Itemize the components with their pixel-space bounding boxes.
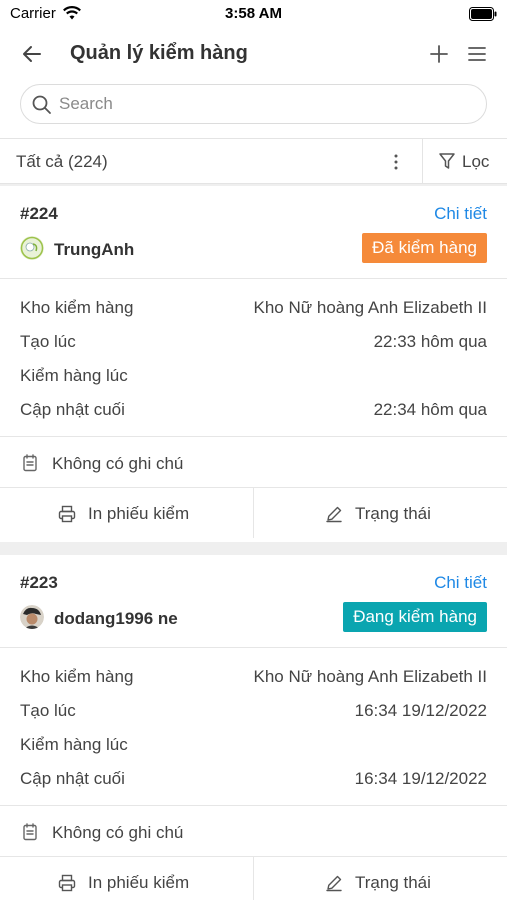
- info-row-warehouse: Kho kiểm hàng Kho Nữ hoàng Anh Elizabeth…: [20, 667, 487, 689]
- search-box: [20, 84, 487, 124]
- app-header: Quản lý kiểm hàng: [0, 36, 507, 76]
- more-vertical-icon[interactable]: [389, 151, 403, 173]
- divider: [0, 805, 507, 806]
- funnel-icon: [439, 153, 455, 169]
- info-label: Kiểm hàng lúc: [20, 735, 128, 754]
- printer-icon: [58, 874, 76, 892]
- status-badge: Đang kiểm hàng: [343, 602, 487, 632]
- print-button[interactable]: In phiếu kiểm: [0, 488, 253, 538]
- inventory-card: #224 Chi tiết TrungAnh Đã kiểm hàng Kho …: [0, 186, 507, 542]
- status-action-label: Trạng thái: [355, 504, 431, 523]
- avatar: [20, 236, 44, 260]
- info-value: Kho Nữ hoàng Anh Elizabeth II: [253, 667, 487, 686]
- menu-icon[interactable]: [465, 42, 489, 66]
- note-text: Không có ghi chú: [52, 454, 184, 473]
- info-row-created: Tạo lúc 22:33 hôm qua: [20, 332, 487, 354]
- user-name: dodang1996 ne: [54, 609, 178, 628]
- status-action-button[interactable]: Trạng thái: [254, 488, 507, 538]
- divider: [0, 436, 507, 437]
- status-action-label: Trạng thái: [355, 873, 431, 892]
- add-icon[interactable]: [427, 42, 451, 66]
- info-value: 16:34 19/12/2022: [354, 701, 487, 720]
- info-row-updated: Cập nhật cuối 22:34 hôm qua: [20, 400, 487, 422]
- user-name: TrungAnh: [54, 240, 135, 259]
- divider: [0, 278, 507, 279]
- status-action-button[interactable]: Trạng thái: [254, 857, 507, 900]
- info-row-created: Tạo lúc 16:34 19/12/2022: [20, 701, 487, 723]
- info-label: Kho kiểm hàng: [20, 667, 134, 686]
- printer-icon: [58, 505, 76, 523]
- filter-all-count[interactable]: Tất cả (224): [16, 152, 108, 172]
- info-label: Tạo lúc: [20, 332, 76, 351]
- info-label: Cập nhật cuối: [20, 769, 125, 788]
- inventory-card: #223 Chi tiết dodang1996 ne Đang kiểm hà…: [0, 555, 507, 900]
- info-label: Cập nhật cuối: [20, 400, 125, 419]
- info-row-warehouse: Kho kiểm hàng Kho Nữ hoàng Anh Elizabeth…: [20, 298, 487, 320]
- divider: [0, 647, 507, 648]
- status-bar: Carrier 3:58 AM: [0, 0, 507, 28]
- info-value: Kho Nữ hoàng Anh Elizabeth II: [253, 298, 487, 317]
- print-label: In phiếu kiểm: [88, 504, 190, 523]
- info-value: 22:34 hôm qua: [373, 400, 487, 419]
- note-icon: [23, 823, 37, 841]
- back-arrow-icon[interactable]: [20, 42, 44, 66]
- print-label: In phiếu kiểm: [88, 873, 190, 892]
- info-row-checked: Kiểm hàng lúc: [20, 735, 487, 757]
- detail-link[interactable]: Chi tiết: [434, 573, 487, 593]
- info-row-updated: Cập nhật cuối 16:34 19/12/2022: [20, 769, 487, 791]
- status-badge: Đã kiểm hàng: [362, 233, 487, 263]
- note-icon: [23, 454, 37, 472]
- search-input[interactable]: [59, 85, 479, 123]
- status-time: 3:58 AM: [225, 5, 282, 22]
- pencil-icon: [326, 875, 342, 892]
- page-title: Quản lý kiểm hàng: [70, 42, 248, 64]
- card-id: #224: [20, 204, 58, 223]
- info-row-checked: Kiểm hàng lúc: [20, 366, 487, 388]
- pencil-icon: [326, 506, 342, 523]
- info-label: Tạo lúc: [20, 701, 76, 720]
- info-label: Kiểm hàng lúc: [20, 366, 128, 385]
- filter-button[interactable]: Lọc: [422, 139, 507, 183]
- detail-link[interactable]: Chi tiết: [434, 204, 487, 224]
- avatar: [20, 605, 44, 629]
- card-id: #223: [20, 573, 58, 592]
- filter-bar: Tất cả (224) Lọc: [0, 138, 507, 184]
- battery-icon: [469, 7, 497, 21]
- info-label: Kho kiểm hàng: [20, 298, 134, 317]
- search-icon: [32, 95, 51, 114]
- filter-label: Lọc: [462, 152, 490, 171]
- note-text: Không có ghi chú: [52, 823, 184, 842]
- info-value: 16:34 19/12/2022: [354, 769, 487, 788]
- print-button[interactable]: In phiếu kiểm: [0, 857, 253, 900]
- info-value: 22:33 hôm qua: [373, 332, 487, 351]
